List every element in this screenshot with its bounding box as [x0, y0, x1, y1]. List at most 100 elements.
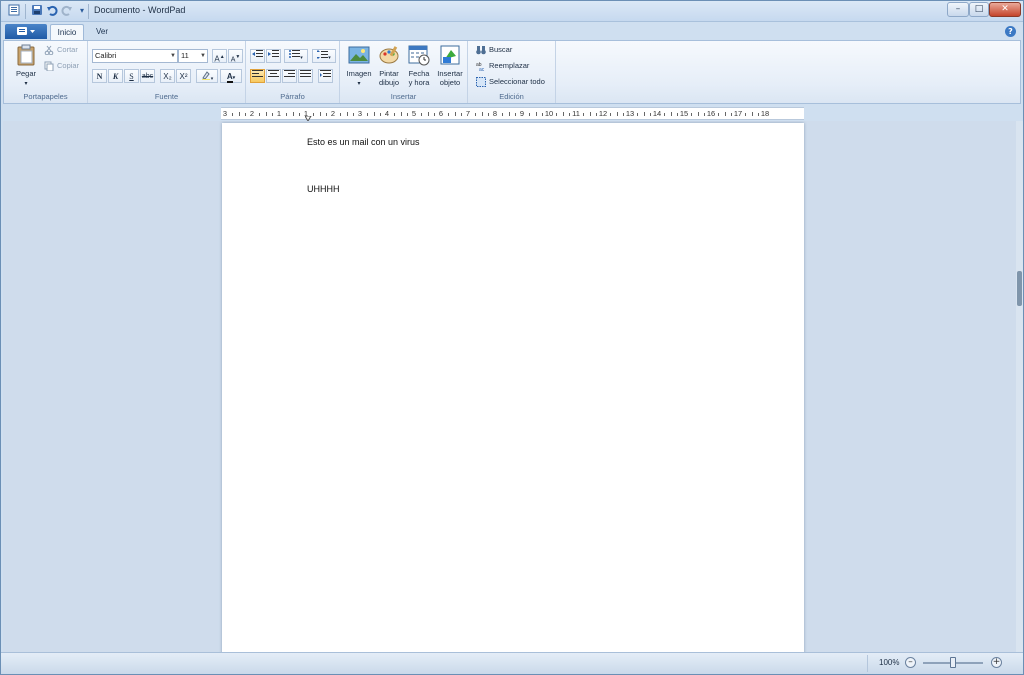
- customize-icon[interactable]: ▾: [75, 4, 89, 18]
- image-icon: [348, 44, 370, 66]
- zoom-out-button[interactable]: –: [905, 657, 916, 668]
- ruler-label: 12: [598, 109, 608, 118]
- group-insertar: Imagen ▾ Pintar dibujo Fecha y hora Inserta…: [340, 41, 468, 103]
- vertical-scrollbar[interactable]: [1016, 121, 1023, 652]
- zoom-level: 100%: [879, 658, 900, 667]
- ruler-tick: [400, 112, 402, 116]
- ruler-tick: [326, 113, 328, 116]
- ruler-tick: [508, 112, 510, 116]
- object-label-2: objeto: [439, 78, 461, 87]
- find-button[interactable]: Buscar: [476, 45, 512, 55]
- tab-inicio[interactable]: Inicio: [50, 24, 84, 40]
- redo-icon[interactable]: [60, 4, 74, 18]
- window-title: Documento - WordPad: [94, 5, 186, 15]
- maximize-button[interactable]: □: [969, 2, 989, 17]
- zoom-slider-thumb[interactable]: [950, 657, 956, 668]
- font-color-button[interactable]: A▾: [220, 69, 242, 83]
- paste-dropdown-icon[interactable]: ▾: [24, 81, 27, 87]
- object-icon: [439, 44, 461, 66]
- group-label-parrafo: Párrafo: [280, 92, 305, 101]
- scrollbar-thumb[interactable]: [1017, 271, 1022, 306]
- shrink-font-button[interactable]: A▼: [228, 49, 243, 63]
- help-icon[interactable]: ?: [1005, 26, 1016, 37]
- first-line-indent-marker[interactable]: [304, 107, 312, 122]
- increase-indent-button[interactable]: [266, 49, 281, 63]
- replace-button[interactable]: ab ac Reemplazar: [476, 61, 529, 73]
- select-all-button[interactable]: Seleccionar todo: [476, 77, 545, 88]
- align-left-icon: [252, 70, 263, 77]
- document-page[interactable]: Esto es un mail con un virus UHHHH: [222, 123, 804, 652]
- wordpad-icon[interactable]: [7, 4, 21, 18]
- insert-object-button[interactable]: Insertar objeto: [434, 44, 466, 87]
- font-family-select[interactable]: Calibri ▼: [92, 49, 178, 63]
- group-fuente: Calibri ▼ 11 ▼ A▲ A▼ N K S abc X₂ X² ▾ A▾ …: [88, 41, 246, 103]
- superscript-button[interactable]: X²: [176, 69, 191, 83]
- ruler-tick: [373, 112, 375, 116]
- title-bar: ▾ Documento - WordPad – □ ✕: [1, 1, 1023, 22]
- ruler-tick: [616, 112, 618, 116]
- ruler-tick: [744, 113, 746, 116]
- line-spacing-button[interactable]: ▾: [312, 49, 336, 63]
- ruler-tick: [501, 113, 503, 116]
- bold-button[interactable]: N: [92, 69, 107, 83]
- underline-button[interactable]: S: [124, 69, 139, 83]
- grow-font-button[interactable]: A▲: [212, 49, 227, 64]
- date-time-button[interactable]: Fecha y hora: [404, 44, 434, 87]
- ruler-tick: [724, 112, 726, 116]
- document-line[interactable]: Esto es un mail con un virus: [307, 137, 420, 147]
- scissors-icon: [44, 45, 54, 56]
- align-left-button[interactable]: [250, 69, 265, 83]
- minimize-button[interactable]: –: [947, 2, 969, 17]
- ruler-tick: [643, 112, 645, 116]
- save-icon[interactable]: [30, 4, 44, 18]
- paint-palette-icon: [378, 44, 400, 66]
- copy-icon: [44, 61, 54, 72]
- title-separator: [88, 4, 89, 19]
- paint-drawing-button[interactable]: Pintar dibujo: [374, 44, 404, 87]
- bullets-button[interactable]: ▾: [284, 49, 308, 63]
- justify-button[interactable]: [298, 69, 313, 83]
- paragraph-settings-button[interactable]: [318, 69, 333, 83]
- ruler-label: 9: [519, 109, 525, 118]
- subscript-button[interactable]: X₂: [160, 69, 175, 83]
- object-label-1: Insertar: [437, 69, 463, 78]
- ruler-label: 7: [465, 109, 471, 118]
- ruler-tick: [697, 112, 699, 116]
- ruler-tick: [238, 112, 240, 116]
- ruler-tick: [650, 113, 652, 116]
- highlight-color-button[interactable]: ▾: [196, 69, 218, 83]
- group-edicion: Buscar ab ac Reemplazar Seleccionar todo E…: [468, 41, 556, 103]
- ruler-tick: [245, 113, 247, 116]
- ruler-tick: [636, 113, 638, 116]
- ruler[interactable]: 3 2 1 1 2 3 4 5 6 7 8 9 10 11 12 13 14 15 16 17 18: [221, 107, 804, 131]
- right-indent-marker[interactable]: [713, 115, 721, 130]
- zoom-in-button[interactable]: +: [991, 657, 1002, 668]
- application-menu-button[interactable]: [5, 24, 47, 39]
- ruler-tick: [420, 113, 422, 116]
- font-size-value: 11: [181, 51, 189, 60]
- group-parrafo: ▾ ▾ Párrafo: [246, 41, 340, 103]
- ruler-label: 14: [652, 109, 662, 118]
- decrease-indent-button[interactable]: [250, 49, 265, 63]
- italic-button[interactable]: K: [108, 69, 123, 83]
- ruler-tick: [366, 113, 368, 116]
- paragraph-icon: [320, 70, 331, 77]
- close-button[interactable]: ✕: [989, 2, 1021, 17]
- ruler-tick: [663, 113, 665, 116]
- strikethrough-button[interactable]: abc: [140, 69, 155, 83]
- paste-button[interactable]: Pegar ▾: [8, 44, 44, 89]
- insert-image-button[interactable]: Imagen ▾: [344, 44, 374, 89]
- document-line[interactable]: UHHHH: [307, 184, 340, 194]
- ruler-tick: [609, 113, 611, 116]
- chevron-down-icon: ▼: [170, 53, 176, 59]
- undo-icon[interactable]: [45, 4, 59, 18]
- tab-ver[interactable]: Ver: [87, 24, 117, 40]
- cut-button[interactable]: Cortar: [44, 45, 78, 56]
- copy-button[interactable]: Copiar: [44, 61, 79, 72]
- align-center-icon: [268, 70, 279, 77]
- date-label-1: Fecha: [408, 69, 430, 78]
- align-center-button[interactable]: [266, 69, 281, 83]
- align-right-button[interactable]: [282, 69, 297, 83]
- font-size-select[interactable]: 11 ▼: [178, 49, 208, 63]
- ribbon-tabs: Inicio Ver ?: [1, 23, 1023, 40]
